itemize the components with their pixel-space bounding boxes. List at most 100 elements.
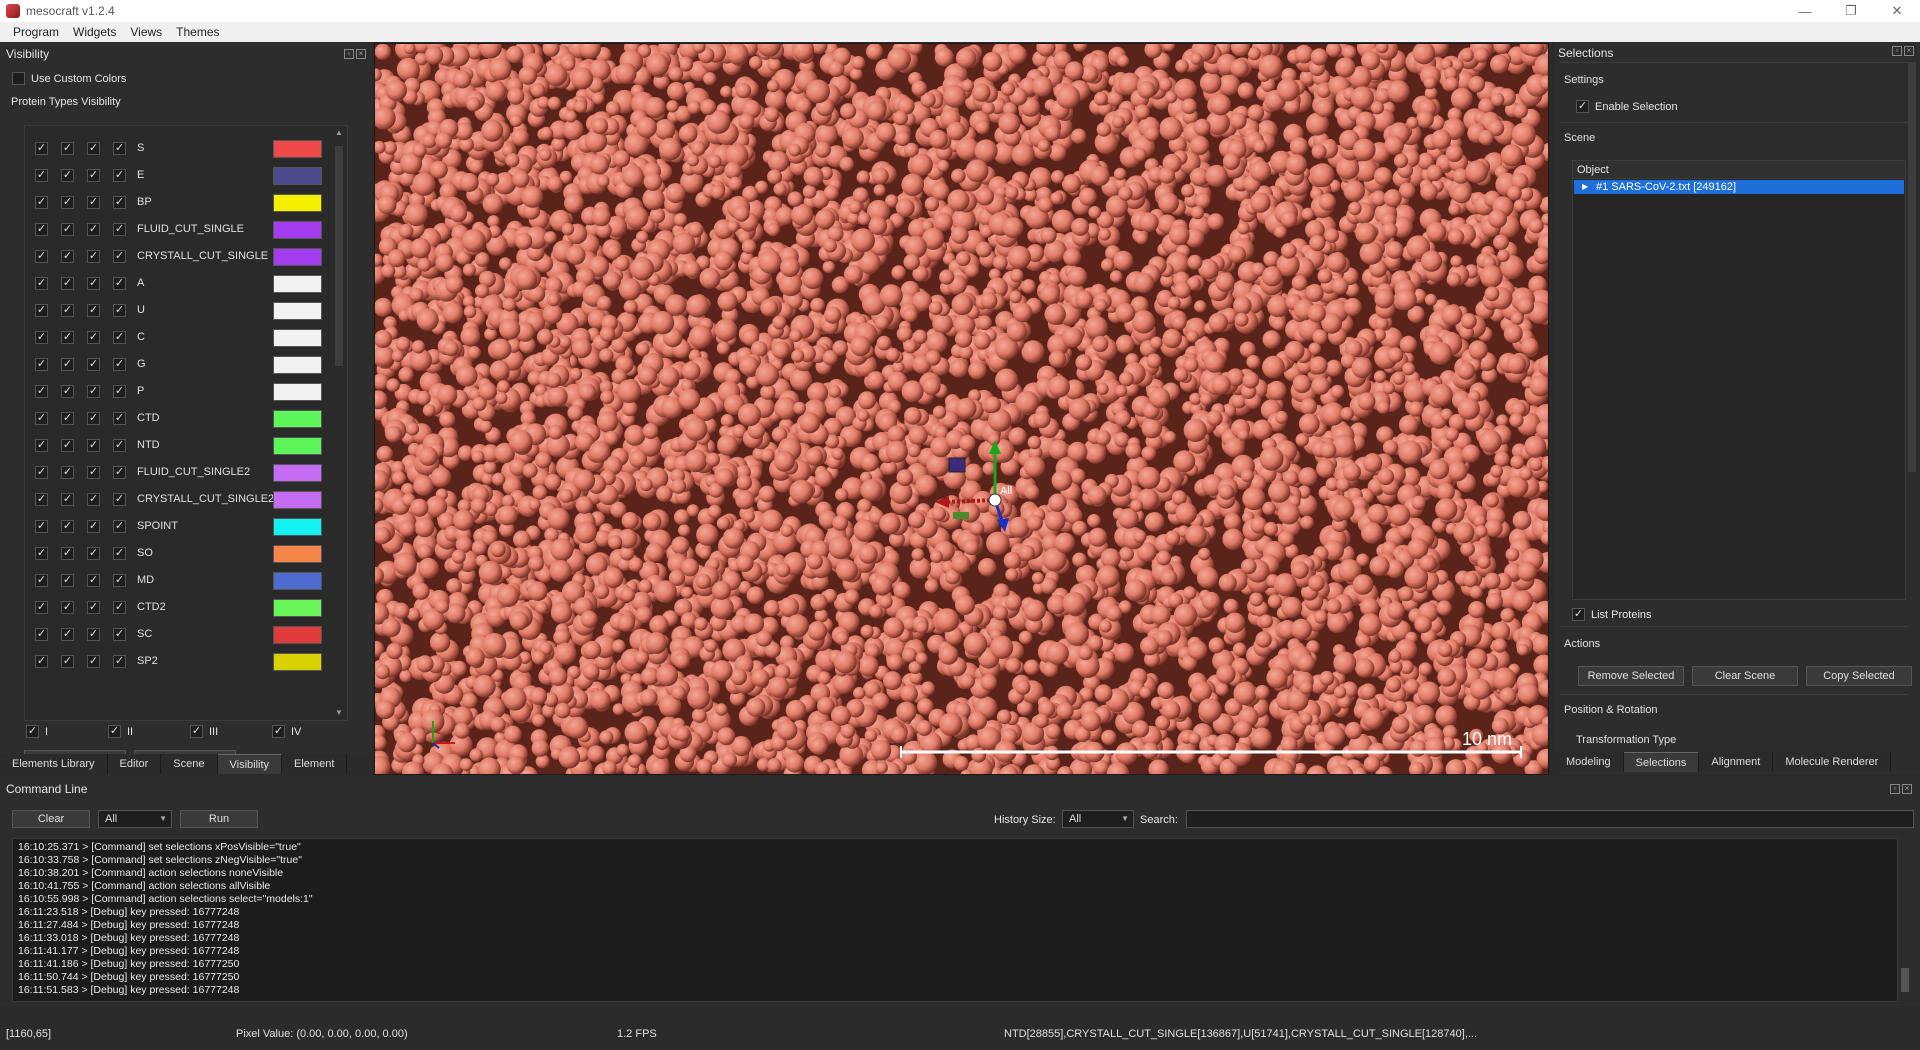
visibility-checkbox-1[interactable]: ✓ [35,169,48,182]
visibility-checkbox-1[interactable]: ✓ [35,331,48,344]
protein-color-swatch[interactable] [273,491,322,509]
visibility-checkbox-1[interactable]: ✓ [35,223,48,236]
scroll-up-icon[interactable]: ▲ [334,128,344,138]
column-toggle-ii[interactable]: ✓ II [108,725,133,738]
protein-color-swatch[interactable] [273,437,322,455]
protein-type-row[interactable]: ✓ ✓ ✓ ✓ CRYSTALL_CUT_SINGLE [25,246,325,268]
visibility-checkbox-3[interactable]: ✓ [87,493,100,506]
visibility-checkbox-2[interactable]: ✓ [61,520,74,533]
clear-log-button[interactable]: Clear [12,810,90,828]
protein-color-swatch[interactable] [273,302,322,320]
visibility-checkbox-4[interactable]: ✓ [113,655,126,668]
use-custom-colors-checkbox[interactable] [12,72,25,85]
visibility-checkbox-4[interactable]: ✓ [113,385,126,398]
protein-type-row[interactable]: ✓ ✓ ✓ ✓ C [25,327,325,349]
visibility-checkbox-2[interactable]: ✓ [61,547,74,560]
protein-color-swatch[interactable] [273,383,322,401]
visibility-checkbox-4[interactable]: ✓ [113,520,126,533]
protein-type-row[interactable]: ✓ ✓ ✓ ✓ MD [25,570,325,592]
visibility-checkbox-3[interactable]: ✓ [87,466,100,479]
scene-object-tree[interactable]: Object ▶ #1 SARS-CoV-2.txt [249162] [1572,160,1906,600]
command-log[interactable]: 16:10:25.371 > [Command] set selections … [12,838,1898,1002]
protein-color-swatch[interactable] [273,626,322,644]
visibility-checkbox-2[interactable]: ✓ [61,574,74,587]
visibility-checkbox-3[interactable]: ✓ [87,277,100,290]
protein-color-swatch[interactable] [273,572,322,590]
dock-float-icon[interactable]: ▫ [1890,784,1900,794]
dock-float-icon[interactable]: ▫ [1892,46,1902,56]
protein-color-swatch[interactable] [273,194,322,212]
visibility-checkbox-4[interactable]: ✓ [113,169,126,182]
minimize-icon[interactable]: — [1782,0,1828,22]
visibility-checkbox-2[interactable]: ✓ [61,628,74,641]
visibility-checkbox-3[interactable]: ✓ [87,412,100,425]
tab-modeling[interactable]: Modeling [1554,752,1624,772]
visibility-checkbox-4[interactable]: ✓ [113,493,126,506]
protein-color-swatch[interactable] [273,464,322,482]
column-i-checkbox[interactable]: ✓ [26,725,39,738]
visibility-checkbox-3[interactable]: ✓ [87,331,100,344]
molecule-viewport[interactable]: All 10 nm [374,43,1549,775]
visibility-checkbox-3[interactable]: ✓ [87,439,100,452]
visibility-checkbox-3[interactable]: ✓ [87,385,100,398]
visibility-checkbox-1[interactable]: ✓ [35,601,48,614]
visibility-checkbox-4[interactable]: ✓ [113,439,126,452]
list-proteins-checkbox[interactable]: ✓ [1572,608,1585,621]
visibility-checkbox-1[interactable]: ✓ [35,574,48,587]
visibility-checkbox-2[interactable]: ✓ [61,169,74,182]
column-toggle-iii[interactable]: ✓ III [190,725,218,738]
log-scrollbar[interactable] [1899,838,1911,1002]
visibility-checkbox-2[interactable]: ✓ [61,601,74,614]
tree-row-selected[interactable]: ▶ #1 SARS-CoV-2.txt [249162] [1574,180,1904,194]
visibility-checkbox-3[interactable]: ✓ [87,223,100,236]
visibility-checkbox-3[interactable]: ✓ [87,655,100,668]
protein-type-row[interactable]: ✓ ✓ ✓ ✓ S [25,138,325,160]
visibility-checkbox-2[interactable]: ✓ [61,655,74,668]
protein-type-row[interactable]: ✓ ✓ ✓ ✓ SO [25,543,325,565]
protein-color-swatch[interactable] [273,410,322,428]
protein-color-swatch[interactable] [273,167,322,185]
scrollbar-thumb[interactable] [1901,968,1909,992]
menu-program[interactable]: Program [6,25,66,39]
visibility-checkbox-4[interactable]: ✓ [113,601,126,614]
visibility-checkbox-3[interactable]: ✓ [87,601,100,614]
tab-selections[interactable]: Selections [1623,752,1700,772]
list-proteins-option[interactable]: ✓ List Proteins [1572,608,1652,621]
use-custom-colors-option[interactable]: Use Custom Colors [12,72,126,85]
visibility-checkbox-1[interactable]: ✓ [35,196,48,209]
visibility-checkbox-1[interactable]: ✓ [35,466,48,479]
visibility-checkbox-4[interactable]: ✓ [113,196,126,209]
visibility-checkbox-2[interactable]: ✓ [61,466,74,479]
protein-type-row[interactable]: ✓ ✓ ✓ ✓ P [25,381,325,403]
protein-list-scrollbar[interactable]: ▲ ▼ [332,126,346,720]
visibility-checkbox-3[interactable]: ✓ [87,628,100,641]
visibility-checkbox-3[interactable]: ✓ [87,574,100,587]
protein-type-row[interactable]: ✓ ✓ ✓ ✓ SC [25,624,325,646]
visibility-checkbox-1[interactable]: ✓ [35,142,48,155]
visibility-checkbox-2[interactable]: ✓ [61,493,74,506]
protein-color-swatch[interactable] [273,599,322,617]
visibility-checkbox-4[interactable]: ✓ [113,358,126,371]
tab-alignment[interactable]: Alignment [1699,752,1774,772]
history-size-select[interactable]: All ▼ [1062,810,1134,828]
protein-type-row[interactable]: ✓ ✓ ✓ ✓ NTD [25,435,325,457]
visibility-checkbox-1[interactable]: ✓ [35,655,48,668]
visibility-checkbox-1[interactable]: ✓ [35,385,48,398]
selections-scrollbar[interactable] [1906,52,1918,750]
scrollbar-thumb[interactable] [1908,62,1916,472]
visibility-checkbox-3[interactable]: ✓ [87,196,100,209]
clear-scene-button[interactable]: Clear Scene [1692,666,1798,686]
visibility-checkbox-4[interactable]: ✓ [113,628,126,641]
visibility-checkbox-2[interactable]: ✓ [61,385,74,398]
object-column-header[interactable]: Object [1573,161,1905,179]
protein-type-row[interactable]: ✓ ✓ ✓ ✓ FLUID_CUT_SINGLE [25,219,325,241]
visibility-checkbox-1[interactable]: ✓ [35,277,48,290]
protein-type-row[interactable]: ✓ ✓ ✓ ✓ FLUID_CUT_SINGLE2 [25,462,325,484]
menu-themes[interactable]: Themes [169,25,226,39]
restore-icon[interactable]: ❐ [1828,0,1874,22]
scrollbar-thumb[interactable] [335,146,343,366]
protein-type-row[interactable]: ✓ ✓ ✓ ✓ A [25,273,325,295]
protein-color-swatch[interactable] [273,545,322,563]
visibility-checkbox-2[interactable]: ✓ [61,358,74,371]
visibility-checkbox-4[interactable]: ✓ [113,547,126,560]
